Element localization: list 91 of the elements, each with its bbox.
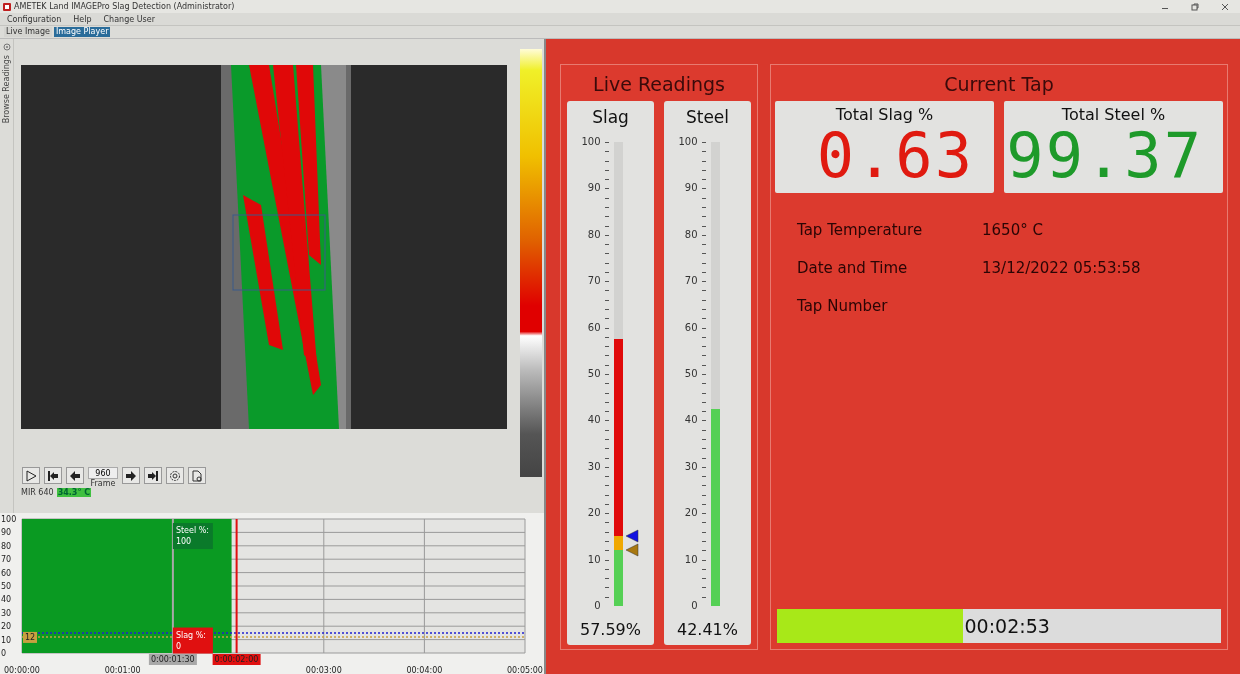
scale-label: 60: [587, 322, 601, 333]
scale-label: 30: [684, 461, 698, 472]
temperature-reading: 34.3° C: [56, 488, 92, 497]
annotation: Steel %:: [175, 526, 210, 536]
scale-label: 20: [684, 508, 698, 519]
scale-label: 0: [691, 601, 698, 611]
total-value: 0.63: [816, 124, 975, 188]
threshold-label: 12: [23, 631, 37, 643]
document-icon: [191, 469, 203, 482]
detail-label: Tap Temperature: [797, 221, 924, 239]
tab[interactable]: Image Player: [53, 27, 111, 37]
scale-label: 0: [594, 601, 601, 611]
scale-label: 30: [587, 461, 601, 472]
play-button[interactable]: [22, 467, 40, 484]
scale-label: 40: [587, 415, 601, 426]
scale-label: 70: [684, 276, 698, 287]
detail-label: Tap Number: [797, 297, 889, 315]
first-frame-button[interactable]: [44, 467, 62, 484]
frame-field[interactable]: 960: [88, 467, 118, 479]
last-frame-button[interactable]: [144, 467, 162, 484]
menu-item[interactable]: Change User: [103, 14, 155, 24]
cursor-time-label: 0:00:02:00: [212, 654, 261, 665]
total-value: 99.37: [1006, 124, 1204, 188]
x-tick-label: 00:05:00: [507, 666, 543, 674]
scale-label: 10: [587, 554, 601, 565]
detail-value: 13/12/2022 05:53:58: [982, 259, 1141, 277]
value-callout: Steel %: 100: [172, 523, 213, 549]
y-tick-label: 10: [1, 635, 12, 645]
skip-end-icon: [147, 469, 159, 482]
menu-item[interactable]: Configuration: [7, 14, 62, 24]
tab[interactable]: Live Image: [4, 27, 52, 37]
scale-label: 40: [684, 415, 698, 426]
restore-icon: [1191, 2, 1199, 11]
scale-label: 50: [587, 369, 601, 379]
menu-item[interactable]: Help: [73, 14, 92, 24]
scale-label: 90: [587, 183, 601, 194]
y-tick-label: 70: [1, 555, 12, 565]
scale-label: 60: [684, 322, 698, 333]
arrow-left-icon: [69, 469, 81, 482]
app-icon: [3, 2, 11, 11]
cursor-time-label: 0:00:01:30: [148, 654, 197, 665]
total-label: Total Slag %: [835, 104, 934, 124]
x-tick-label: 00:01:00: [104, 666, 141, 674]
window-title: AMETEK Land IMAGEPro Slag Detection (Administrator): [14, 2, 236, 11]
settings-icon: [169, 469, 181, 482]
y-tick-label: 90: [1, 528, 12, 538]
scale-label: 80: [587, 229, 601, 240]
pin-icon: [2, 43, 11, 51]
next-frame-button[interactable]: [122, 467, 140, 484]
y-tick-label: 60: [1, 568, 12, 578]
y-tick-label: 30: [1, 608, 12, 618]
y-tick-label: 100: [1, 515, 17, 524]
arrow-right-icon: [125, 469, 137, 482]
scale-label: 50: [684, 369, 698, 379]
export-button[interactable]: [188, 467, 206, 484]
y-tick-label: 40: [1, 595, 12, 605]
gauge-title: Steel: [685, 106, 730, 128]
gauge-reading: 42.41%: [677, 619, 738, 641]
close-icon: [1221, 2, 1229, 11]
annotation: 100: [175, 537, 192, 547]
annotation: 0: [175, 641, 181, 651]
y-tick-label: 0: [1, 649, 7, 658]
x-tick-label: 00:00:00: [4, 666, 40, 674]
y-tick-label: 50: [1, 582, 12, 591]
x-tick-label: 00:03:00: [305, 666, 342, 674]
play-icon: [25, 469, 37, 482]
detail-value: 1650° C: [982, 221, 1043, 239]
x-tick-label: 00:04:00: [406, 666, 443, 674]
previous-frame-button[interactable]: [66, 467, 84, 484]
frame-label: Frame: [90, 479, 116, 488]
panel-title: Current Tap: [943, 72, 1055, 97]
gauge-title: Slag: [592, 106, 629, 128]
y-tick-label: 80: [1, 541, 12, 551]
gauge-reading: 57.59%: [580, 619, 641, 641]
scale-label: 20: [587, 508, 601, 519]
y-tick-label: 20: [1, 622, 12, 632]
settings-button[interactable]: [166, 467, 184, 484]
camera-name: MIR 640: [21, 488, 54, 497]
scale-label: 100: [581, 137, 601, 147]
side-panel-tab[interactable]: Browse Readings: [2, 55, 11, 124]
scale-label: 80: [684, 229, 698, 240]
scale-label: 70: [587, 276, 601, 287]
elapsed-time: 00:02:53: [963, 615, 1050, 637]
panel-title: Live Readings: [592, 72, 726, 97]
scale-label: 90: [684, 183, 698, 194]
annotation: Slag %:: [175, 630, 207, 640]
skip-start-icon: [47, 469, 59, 482]
detail-label: Date and Time: [797, 259, 909, 277]
scale-label: 10: [684, 554, 698, 565]
scale-label: 100: [678, 137, 698, 147]
total-label: Total Steel %: [1061, 104, 1166, 124]
